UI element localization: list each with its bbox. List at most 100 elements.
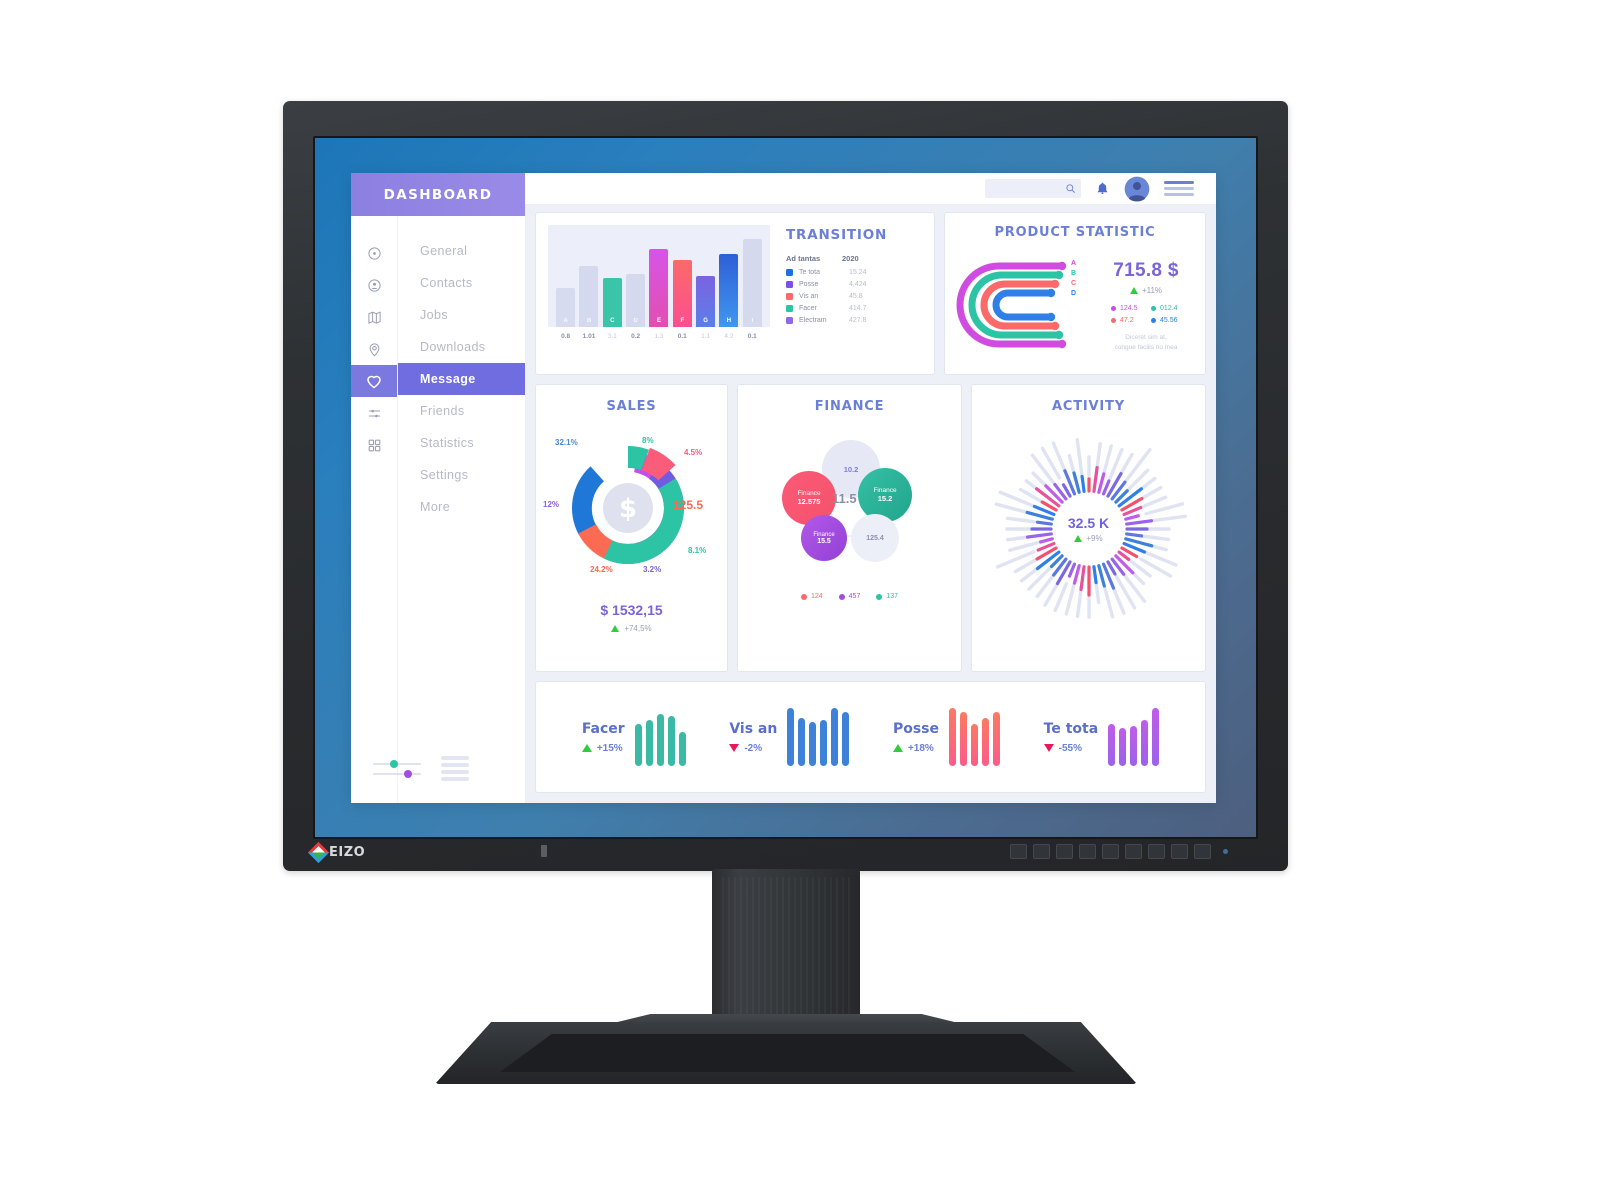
finance-bubble-4[interactable]: 125.4 [851,514,899,562]
bar: E [649,249,669,327]
svg-text:$: $ [619,494,637,524]
sidebar-item-settings[interactable]: Settings [398,459,525,491]
finance-center-value: 11.5 [832,491,857,506]
brand-name: EIZO [329,845,366,860]
sliders-icon[interactable] [351,397,397,429]
sales-side-value: 125.5 [673,498,704,512]
kpi-posse: Posse +18% [892,708,1001,766]
metric-item: 012.4 [1151,305,1181,312]
trend-down-icon [729,744,740,752]
list-lines-icon[interactable] [441,756,469,781]
finance-card: FINANCE 10.2 Finance12.575 Finance15.2 [737,384,962,672]
user-circle-icon[interactable] [351,269,397,301]
sidebar-item-label: Settings [420,468,469,482]
bar: F [672,259,692,327]
legend-swatch [786,317,793,324]
power-led [1223,849,1228,854]
sidebar-item-message[interactable]: Message [398,363,525,395]
kpi-tetota: Te tota -55% [1043,708,1160,766]
sidebar-item-more[interactable]: More [398,491,525,523]
bar: H [719,253,739,327]
bar: G [696,276,716,327]
bar: C [602,278,622,327]
sales-label-6: 12% [543,500,560,509]
product-delta: +11% [1141,286,1163,295]
osd-button[interactable] [1079,844,1096,859]
location-pin-icon[interactable] [351,333,397,365]
slider-handle[interactable] [390,759,398,768]
transition-title: TRANSITION [786,227,888,243]
map-icon[interactable] [351,301,397,333]
sidebar-item-statistics[interactable]: Statistics [398,427,525,459]
metric-dot [1111,318,1116,323]
finance-legend-item: 457 [838,593,860,600]
arc-label-b: B [1071,270,1077,277]
transition-legend: TRANSITION Ad tantas 2020 Te tota 15.24 P… [770,225,924,366]
osd-button[interactable] [1056,844,1073,859]
osd-button[interactable] [1102,844,1119,859]
target-icon[interactable] [351,237,397,269]
sidebar-item-label: Jobs [420,308,449,322]
legend-dot [876,593,883,600]
sidebar-item-contacts[interactable]: Contacts [398,267,525,299]
sales-currency: $ [600,602,609,618]
osd-button[interactable] [1125,844,1142,859]
grid-icon[interactable] [351,429,397,461]
trend-up-icon [581,744,592,752]
kpi-label: Facer [581,720,625,737]
osd-button[interactable] [1171,844,1188,859]
brand-logo: EIZO [307,841,366,864]
legend-row: Posse 4,424 [786,281,924,288]
topbar [525,173,1216,204]
finance-bubble-3[interactable]: Finance 15.5 [801,515,847,561]
finance-bubble-2[interactable]: Finance 15.2 [858,468,912,522]
transition-card: A B C D E F G H I 0.8 1.01 3.1 0.2 1.3 0… [535,212,935,375]
finance-legend-item: 124 [800,593,823,600]
bar: A [556,288,576,327]
kpi-facer: Facer +15% [581,708,686,766]
sidebar-controls [373,756,469,781]
bell-icon[interactable] [1095,180,1110,197]
search-icon [1066,184,1075,193]
sales-label-4: 3.2% [643,565,662,574]
kpi-label: Vis an [729,720,778,737]
product-caption-line2: congue facilis no mea [1114,343,1178,351]
monitor-screen: DASHBOARD General Contacts Jobs Download… [315,138,1256,837]
arc-label-a: A [1071,260,1077,267]
avatar-icon[interactable] [1124,176,1150,202]
slider-handle[interactable] [404,769,412,778]
finance-legend-item: 137 [876,593,898,600]
monitor-bottom-bezel: EIZO [283,839,1288,871]
legend-swatch [786,281,793,288]
sales-label-5: 24.2% [590,565,613,574]
search-input[interactable] [985,179,1081,198]
osd-button[interactable] [1010,844,1027,859]
heart-icon[interactable] [351,365,397,397]
kpi-sparkbars [1108,708,1160,766]
sidebar-item-friends[interactable]: Friends [398,395,525,427]
slider-teal[interactable] [373,759,421,768]
eizo-diamond-icon [307,841,330,864]
dashboard-app: DASHBOARD General Contacts Jobs Download… [351,173,1216,803]
osd-button[interactable] [1033,844,1050,859]
menu-icon[interactable] [1164,181,1194,196]
arc-label-d: D [1071,290,1077,297]
product-statistic-title: PRODUCT STATISTIC [994,225,1156,240]
kpi-strip: Facer +15% Vis an -2% Posse +18% Te tota… [535,681,1206,793]
sidebar-item-general[interactable]: General [398,235,525,267]
sales-label-0: 32.1% [555,438,578,447]
main-area: A B C D E F G H I 0.8 1.01 3.1 0.2 1.3 0… [525,173,1216,803]
sidebar-item-downloads[interactable]: Downloads [398,331,525,363]
product-summary: 715.8 $ +11% 124.5 012.4 47.2 45.56 Dice… [1097,246,1195,369]
bar: I [742,239,762,327]
slider-purple[interactable] [373,769,421,778]
transition-axis-labels: 0.8 1.01 3.1 0.2 1.3 0.1 1.1 4.2 0.1 [561,333,757,340]
sidebar-item-jobs[interactable]: Jobs [398,299,525,331]
osd-button[interactable] [1148,844,1165,859]
metric-dot [1151,306,1156,311]
product-caption-line1: Diceret sim at, [1125,334,1167,341]
power-button[interactable] [1194,844,1211,859]
monitor-frame: DASHBOARD General Contacts Jobs Download… [283,101,1288,871]
sidebar-item-label: More [420,500,451,514]
finance-bubble-chart: 10.2 Finance 12.575 Finance 15.2 Finance 15… [738,424,961,589]
